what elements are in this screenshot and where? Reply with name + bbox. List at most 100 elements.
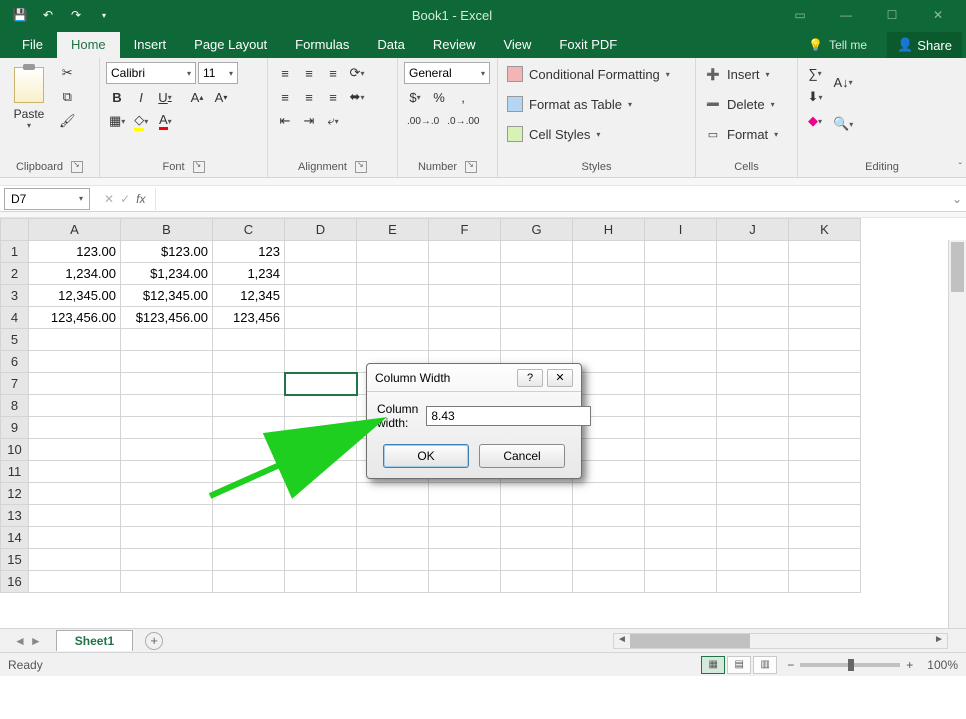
cell[interactable] [213, 571, 285, 593]
cell[interactable] [285, 549, 357, 571]
row-header[interactable]: 6 [1, 351, 29, 373]
cell[interactable] [29, 549, 121, 571]
cell[interactable]: 12,345 [213, 285, 285, 307]
cell[interactable] [717, 351, 789, 373]
cell[interactable] [121, 373, 213, 395]
scroll-right-icon[interactable]: ► [931, 634, 947, 648]
find-select-button[interactable]: 🔍▾ [830, 104, 856, 144]
cell[interactable] [213, 527, 285, 549]
column-header[interactable]: J [717, 219, 789, 241]
cell[interactable] [429, 241, 501, 263]
cell[interactable] [789, 461, 861, 483]
cell[interactable] [573, 241, 645, 263]
cell[interactable] [717, 439, 789, 461]
cell[interactable] [357, 527, 429, 549]
cell[interactable] [717, 417, 789, 439]
cell[interactable] [501, 483, 573, 505]
cell[interactable] [29, 461, 121, 483]
cell[interactable] [717, 395, 789, 417]
cell[interactable] [213, 439, 285, 461]
ribbon-options-icon[interactable]: ▭ [780, 3, 820, 27]
cell[interactable] [645, 241, 717, 263]
cell[interactable] [789, 329, 861, 351]
cell[interactable] [501, 263, 573, 285]
cell[interactable] [501, 571, 573, 593]
cell[interactable] [645, 505, 717, 527]
cell[interactable] [789, 285, 861, 307]
tab-view[interactable]: View [489, 32, 545, 58]
cell[interactable] [285, 505, 357, 527]
cell[interactable] [285, 285, 357, 307]
cell[interactable] [717, 483, 789, 505]
cell[interactable] [645, 461, 717, 483]
cell[interactable] [121, 417, 213, 439]
cell[interactable] [645, 549, 717, 571]
cell[interactable] [717, 549, 789, 571]
cell[interactable] [789, 263, 861, 285]
share-button[interactable]: 👤 Share [887, 32, 962, 58]
cell[interactable] [645, 307, 717, 329]
cell[interactable] [789, 439, 861, 461]
row-header[interactable]: 4 [1, 307, 29, 329]
enter-formula-icon[interactable]: ✓ [120, 192, 130, 206]
zoom-track[interactable] [800, 663, 900, 667]
cell[interactable] [121, 351, 213, 373]
page-break-view-button[interactable]: ▥ [753, 656, 777, 674]
column-width-input[interactable] [426, 406, 591, 426]
cell[interactable] [429, 285, 501, 307]
cell[interactable] [429, 527, 501, 549]
cell[interactable] [429, 483, 501, 505]
row-header[interactable]: 5 [1, 329, 29, 351]
alignment-dialog-launcher[interactable] [355, 161, 367, 173]
redo-icon[interactable]: ↷ [64, 3, 88, 27]
italic-button[interactable]: I [130, 86, 152, 108]
cell[interactable] [717, 461, 789, 483]
sheet-tab-sheet1[interactable]: Sheet1 [56, 630, 133, 651]
cell[interactable]: $12,345.00 [121, 285, 213, 307]
page-layout-view-button[interactable]: ▤ [727, 656, 751, 674]
cell[interactable] [789, 351, 861, 373]
copy-button[interactable]: ⧉ [56, 86, 79, 108]
orientation-button[interactable]: ⟳▾ [346, 62, 368, 84]
cell[interactable] [29, 483, 121, 505]
cell[interactable] [29, 571, 121, 593]
cell[interactable] [501, 307, 573, 329]
cell[interactable] [645, 373, 717, 395]
tab-page-layout[interactable]: Page Layout [180, 32, 281, 58]
cell[interactable] [429, 263, 501, 285]
cell[interactable]: 1,234.00 [29, 263, 121, 285]
cell[interactable] [357, 285, 429, 307]
cell[interactable] [429, 329, 501, 351]
cell[interactable] [717, 527, 789, 549]
cell[interactable] [121, 439, 213, 461]
cell[interactable]: $123,456.00 [121, 307, 213, 329]
select-all-corner[interactable] [1, 219, 29, 241]
paste-button[interactable]: Paste ▾ [6, 62, 52, 150]
zoom-out-icon[interactable]: − [787, 658, 794, 672]
cell[interactable] [573, 263, 645, 285]
dialog-close-button[interactable]: ✕ [547, 369, 573, 387]
cell[interactable] [789, 571, 861, 593]
save-icon[interactable]: 💾 [8, 3, 32, 27]
clear-button[interactable]: ◆▾ [804, 110, 826, 132]
column-header[interactable]: H [573, 219, 645, 241]
cell[interactable]: 123,456.00 [29, 307, 121, 329]
merge-button[interactable]: ⬌▾ [346, 86, 368, 108]
cell[interactable] [645, 285, 717, 307]
cell[interactable] [29, 329, 121, 351]
cell[interactable] [213, 483, 285, 505]
cell[interactable] [285, 329, 357, 351]
formula-input[interactable] [155, 188, 948, 210]
delete-cells-button[interactable]: ➖ Delete▾ [702, 92, 791, 116]
cell[interactable] [789, 483, 861, 505]
cell[interactable] [717, 329, 789, 351]
cell[interactable] [501, 549, 573, 571]
cell-styles-button[interactable]: Cell Styles▾ [504, 122, 689, 146]
tell-me-search[interactable]: 💡 Tell me [800, 38, 875, 52]
cell[interactable] [717, 285, 789, 307]
scrollbar-thumb[interactable] [951, 242, 964, 292]
bold-button[interactable]: B [106, 86, 128, 108]
cell[interactable] [285, 439, 357, 461]
zoom-in-icon[interactable]: + [906, 658, 913, 672]
cell[interactable]: 123,456 [213, 307, 285, 329]
